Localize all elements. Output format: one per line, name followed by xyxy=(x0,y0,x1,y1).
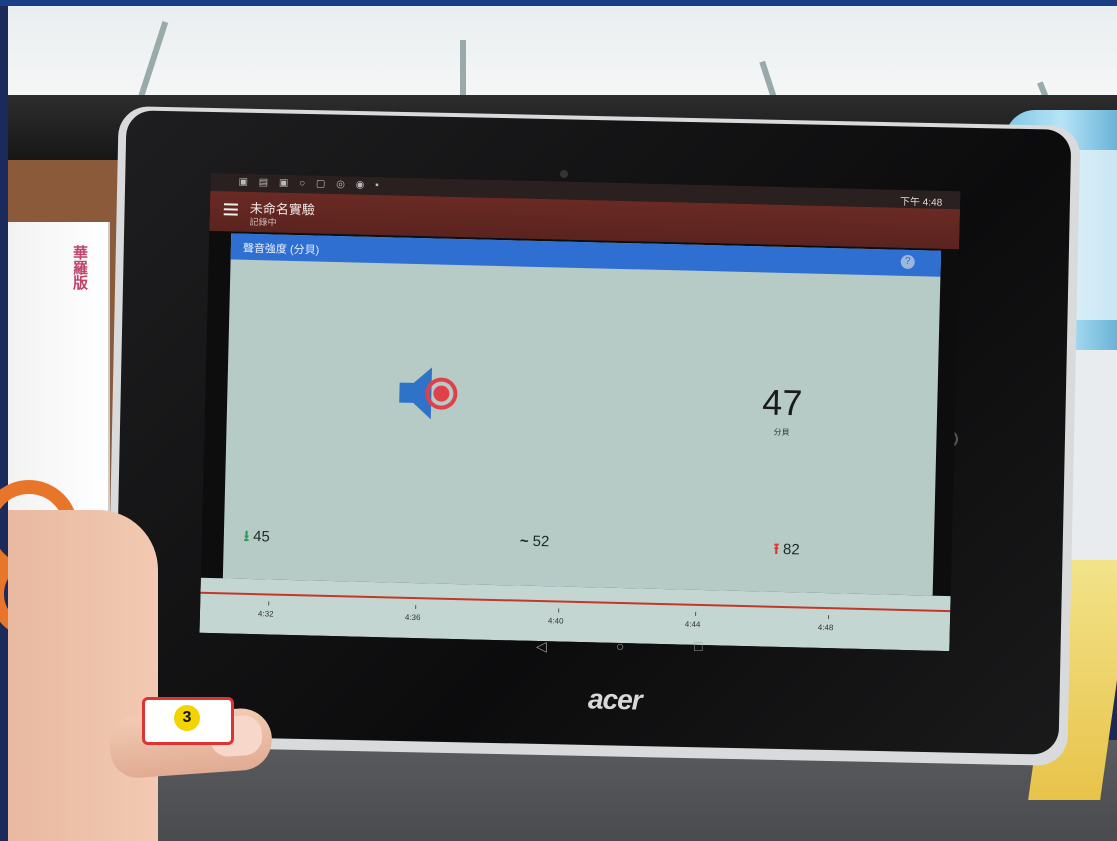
chart-series-line xyxy=(200,591,951,613)
tick-label: 4:44 xyxy=(684,619,701,630)
min-stat: ⭳ 45 xyxy=(244,526,271,552)
recents-icon[interactable]: □ xyxy=(694,638,702,654)
book-title: 華羅版 xyxy=(71,245,88,290)
recording-status: 記錄中 xyxy=(249,216,277,228)
tick-label: 4:32 xyxy=(257,609,274,619)
tick-mark xyxy=(558,608,560,613)
tick-mark xyxy=(695,611,697,616)
max-value: 82 xyxy=(782,541,800,559)
decibel-unit: 分貝 xyxy=(773,427,790,438)
min-arrow-icon: ⭳ xyxy=(243,527,250,545)
avg-stat: ~52 xyxy=(520,533,550,551)
home-icon[interactable]: ○ xyxy=(616,638,624,654)
average-tilde-icon: ~ xyxy=(519,532,529,550)
device-brand-logo: acer xyxy=(587,683,642,716)
help-icon[interactable]: ? xyxy=(900,254,915,270)
status-clock: 下午 4:48 xyxy=(899,196,943,209)
avg-value: 52 xyxy=(532,532,550,551)
max-arrow-icon: ⭱ xyxy=(773,540,780,558)
tablet-screen: ▣ ▤ ▣ ○ ▢ ◎ ◉ ▪ 下午 4:48 未命名實驗 記錄中 聲音強度 (… xyxy=(199,172,961,652)
sensor-title: 聲音強度 (分貝) xyxy=(242,242,320,257)
sensor-card: 聲音強度 (分貝) ? 47 分貝 ⭳ 45 ~52 ⭱ 82 xyxy=(222,233,942,596)
back-icon[interactable]: ◁ xyxy=(536,638,547,655)
tick-mark xyxy=(415,605,417,610)
front-camera xyxy=(560,170,568,178)
tick-label: 4:40 xyxy=(547,616,564,626)
tick-mark xyxy=(268,601,270,606)
tick-label: 4:36 xyxy=(404,612,421,623)
android-nav-bar: ◁ ○ □ xyxy=(500,638,702,658)
max-stat: ⭱ 82 xyxy=(773,539,800,565)
photo-scene: 華羅版 ▣ ▤ ▣ ○ ▢ ◎ ◉ ▪ 下午 4:48 未命名實驗 記錄中 聲音… xyxy=(0,0,1117,841)
hamburger-menu-icon[interactable] xyxy=(223,203,238,216)
min-value: 45 xyxy=(252,528,271,546)
sticker-number: 3 xyxy=(174,705,200,731)
tick-mark xyxy=(828,615,830,620)
tick-label: 4:48 xyxy=(817,622,834,633)
current-decibel-value: 47 xyxy=(761,381,803,424)
speaker-icon xyxy=(399,367,458,420)
status-icons: ▣ ▤ ▣ ○ ▢ ◎ ◉ ▪ xyxy=(238,176,383,192)
hand xyxy=(8,510,158,841)
